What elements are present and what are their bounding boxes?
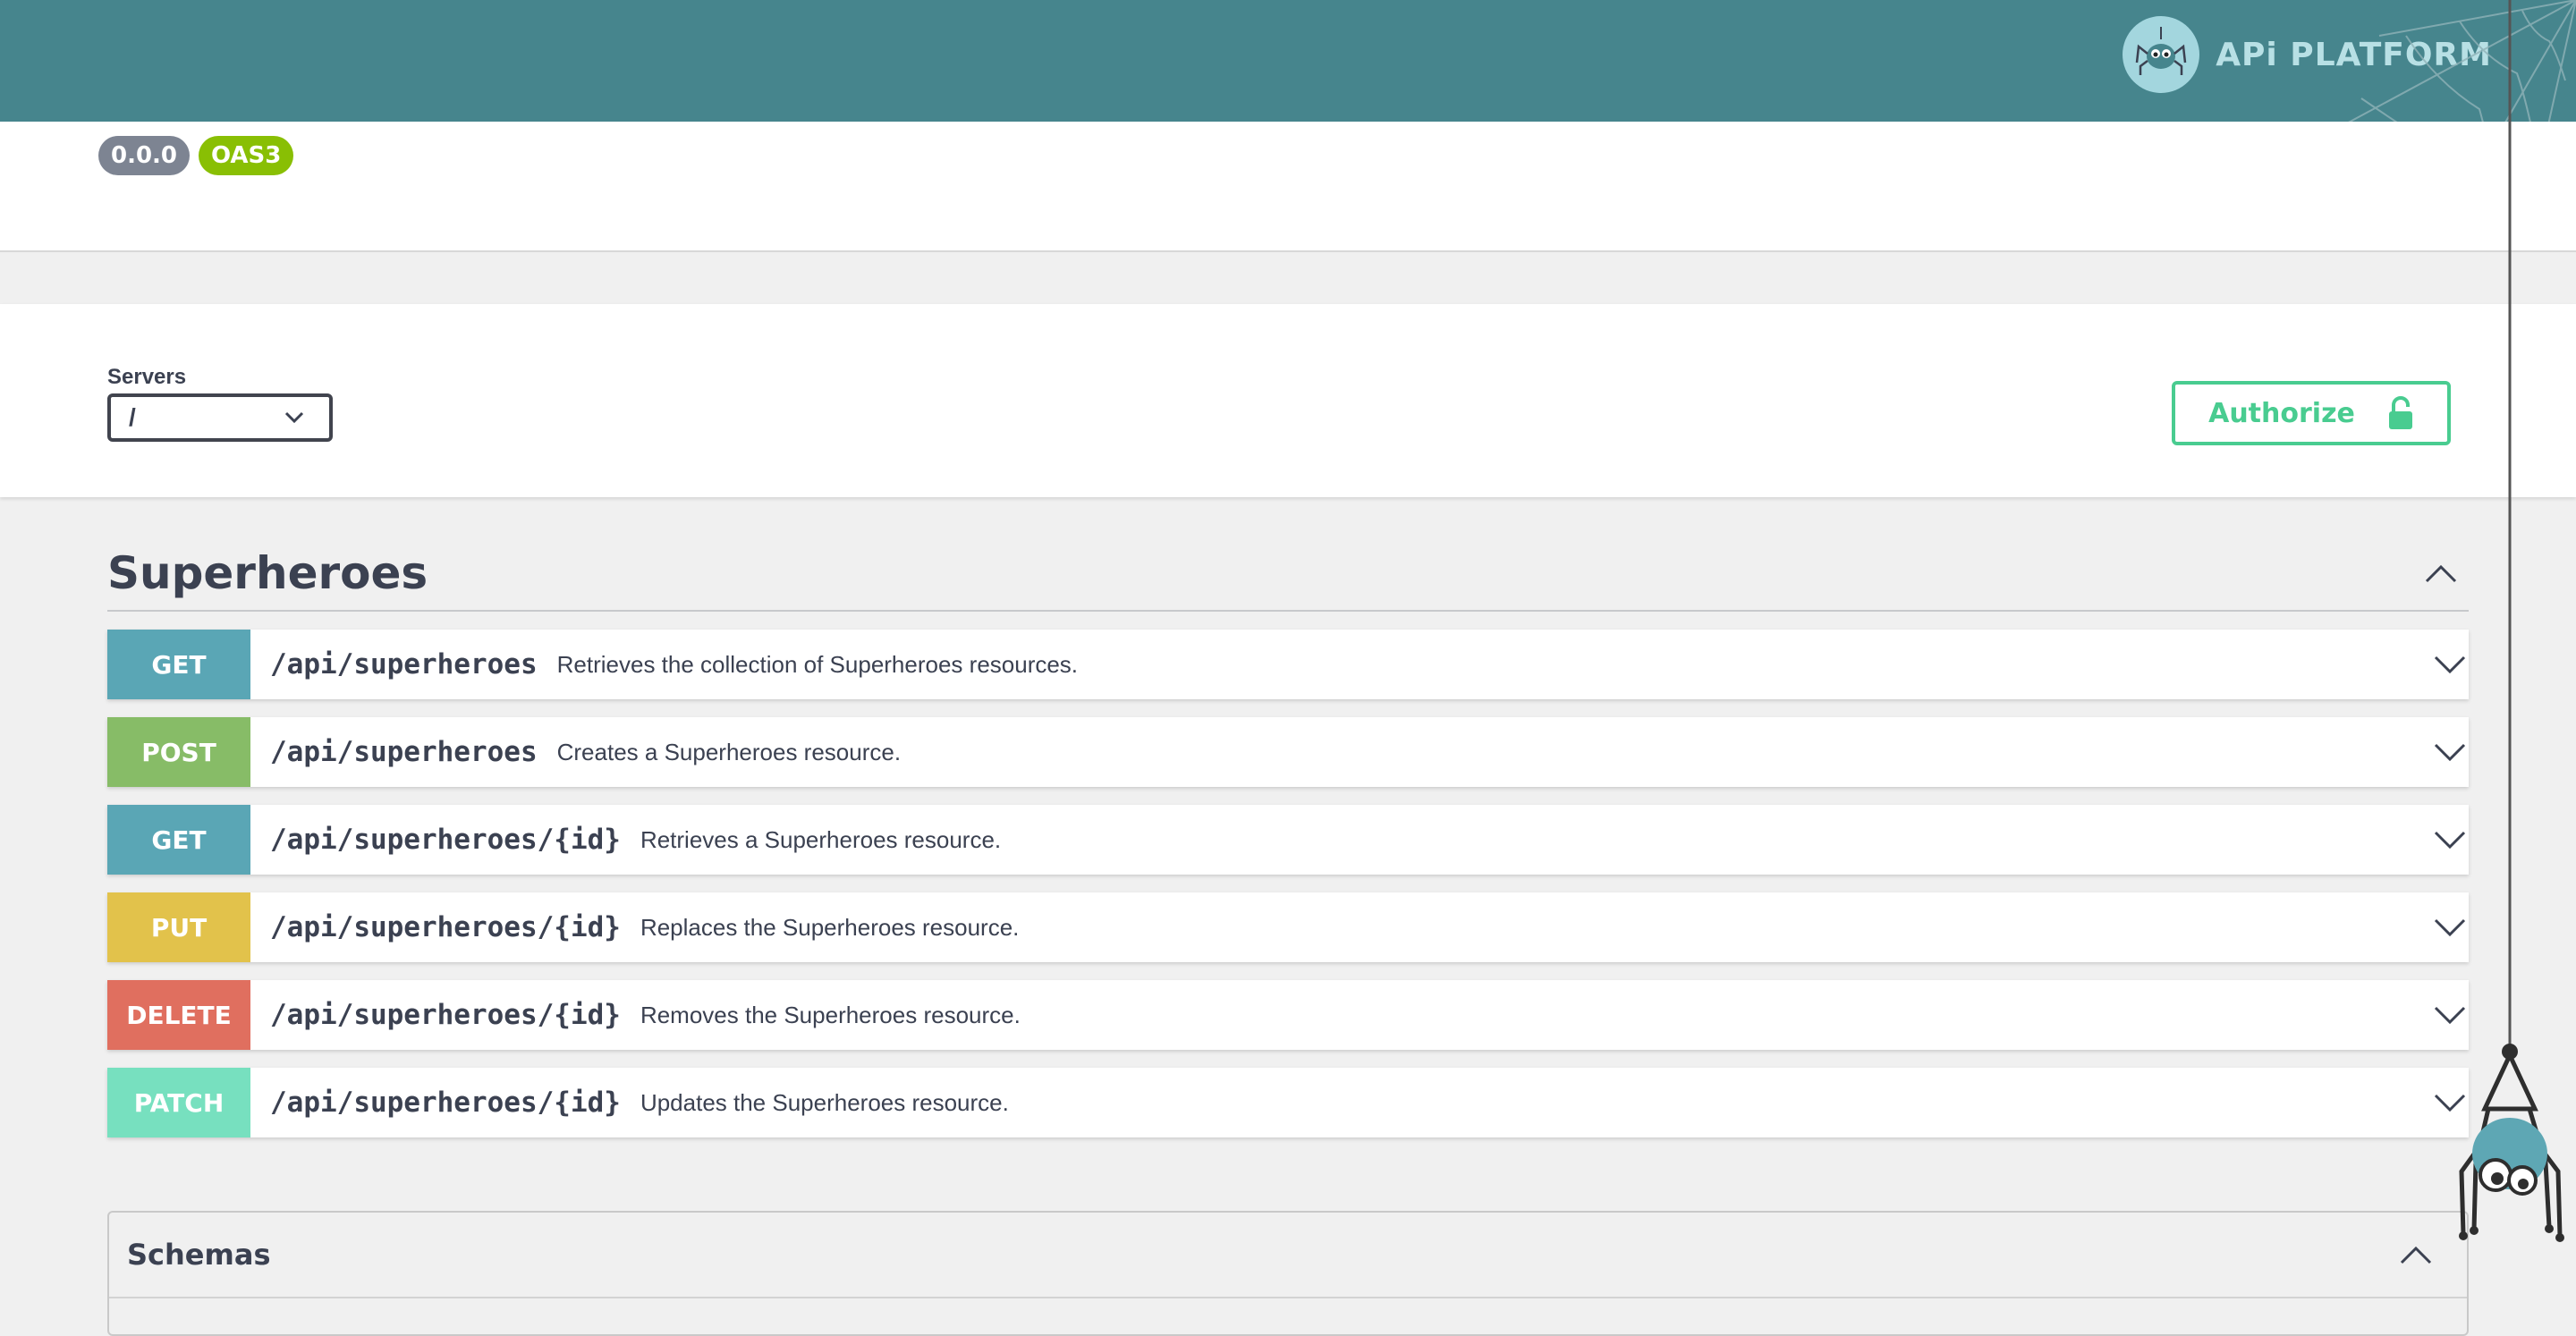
info-section: 0.0.0 OAS3 <box>0 122 2576 252</box>
operation-summary: Removes the Superheroes resource. <box>640 1001 1021 1028</box>
servers-select[interactable]: / <box>107 393 333 442</box>
chevron-down-icon[interactable] <box>2433 826 2469 853</box>
version-badges: 0.0.0 OAS3 <box>98 136 294 175</box>
brand-logo-link[interactable]: APi PLATFORM <box>2123 16 2492 93</box>
chevron-up-icon[interactable] <box>2399 1244 2433 1265</box>
schemas-title: Schemas <box>127 1238 271 1272</box>
chevron-down-icon[interactable] <box>2433 914 2469 941</box>
operation-row[interactable]: GET /api/superheroes/{id} Retrieves a Su… <box>107 805 2469 875</box>
chevron-up-icon[interactable] <box>2424 562 2458 584</box>
tag-header-superheroes[interactable]: Superheroes <box>107 537 2469 612</box>
brand-text: APi PLATFORM <box>2216 36 2492 73</box>
operation-row[interactable]: POST /api/superheroes Creates a Superher… <box>107 717 2469 787</box>
operation-row[interactable]: PATCH /api/superheroes/{id} Updates the … <box>107 1068 2469 1137</box>
operation-path: /api/superheroes <box>270 736 538 768</box>
http-method-badge: GET <box>107 630 250 699</box>
operation-summary: Retrieves a Superheroes resource. <box>640 825 1002 853</box>
oas-badge: OAS3 <box>199 136 294 175</box>
operation-row[interactable]: GET /api/superheroes Retrieves the colle… <box>107 630 2469 699</box>
http-method-badge: DELETE <box>107 980 250 1050</box>
operation-row[interactable]: PUT /api/superheroes/{id} Replaces the S… <box>107 892 2469 962</box>
chevron-down-icon[interactable] <box>2433 1002 2469 1028</box>
operation-path: /api/superheroes/{id} <box>270 824 621 856</box>
schemas-section: Schemas <box>107 1211 2469 1336</box>
authorize-label: Authorize <box>2208 397 2355 429</box>
http-method-badge: PUT <box>107 892 250 962</box>
operation-path: /api/superheroes/{id} <box>270 1087 621 1119</box>
operation-summary: Replaces the Superheroes resource. <box>640 913 1020 941</box>
operation-summary: Creates a Superheroes resource. <box>556 738 902 765</box>
tag-title: Superheroes <box>107 547 428 599</box>
operation-path: /api/superheroes/{id} <box>270 911 621 943</box>
authorize-button[interactable]: Authorize <box>2172 381 2451 445</box>
schemas-header[interactable]: Schemas <box>109 1213 2467 1298</box>
spider-logo-icon <box>2123 16 2200 93</box>
unlocked-padlock-icon <box>2388 396 2412 429</box>
chevron-down-icon[interactable] <box>2433 1089 2469 1116</box>
http-method-badge: GET <box>107 805 250 875</box>
operations-list: GET /api/superheroes Retrieves the colle… <box>107 630 2469 1155</box>
operation-row[interactable]: DELETE /api/superheroes/{id} Removes the… <box>107 980 2469 1050</box>
version-badge: 0.0.0 <box>98 136 191 175</box>
operation-summary: Updates the Superheroes resource. <box>640 1088 1009 1116</box>
operation-path: /api/superheroes <box>270 648 538 681</box>
chevron-down-icon[interactable] <box>2433 739 2469 765</box>
chevron-down-icon[interactable] <box>2433 651 2469 678</box>
servers-label: Servers <box>107 365 187 389</box>
http-method-badge: POST <box>107 717 250 787</box>
operation-summary: Retrieves the collection of Superheroes … <box>556 650 1079 678</box>
operation-path: /api/superheroes/{id} <box>270 999 621 1031</box>
http-method-badge: PATCH <box>107 1068 250 1137</box>
chevron-down-icon <box>284 411 304 424</box>
top-header-bar: APi PLATFORM <box>0 0 2576 122</box>
servers-selected-value: / <box>129 403 136 431</box>
